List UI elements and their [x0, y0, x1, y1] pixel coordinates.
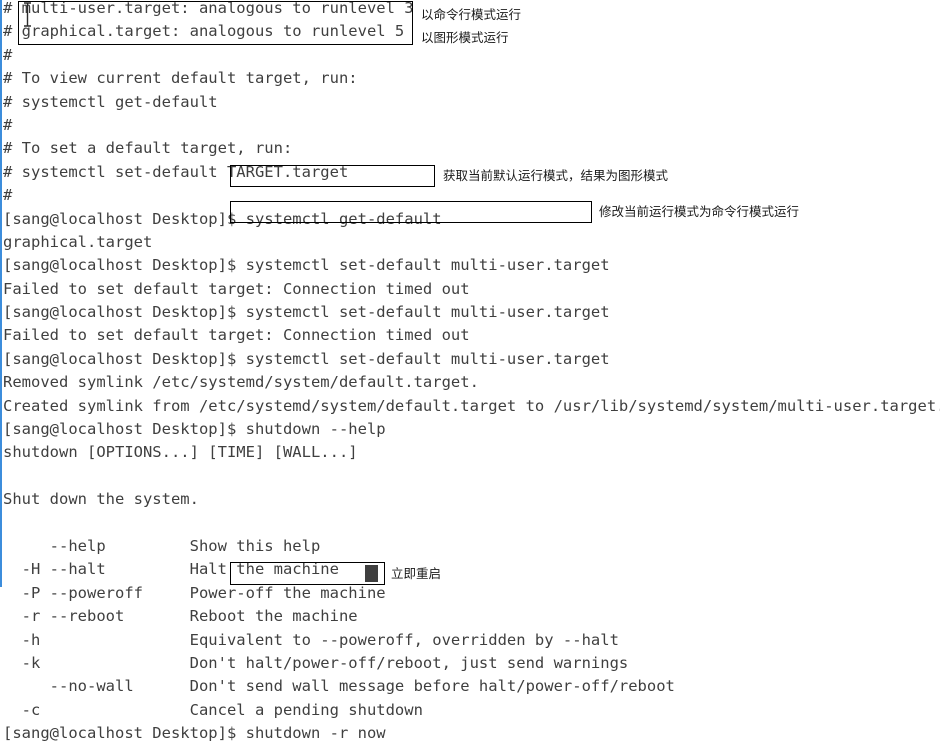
terminal-line-command: [sang@localhost Desktop]$ systemctl set-…	[3, 303, 610, 322]
annotation-label-reboot-now: 立即重启	[391, 566, 442, 581]
terminal-line: # systemctl get-default	[3, 92, 218, 111]
terminal-line-command: [sang@localhost Desktop]$ systemctl set-…	[3, 349, 610, 368]
terminal-output-area[interactable]: # # multi-user.target: analogous to runl…	[0, 0, 940, 742]
annotation-box-shutdown-reboot	[230, 562, 385, 585]
terminal-line-command: [sang@localhost Desktop]$ shutdown -r no…	[3, 724, 386, 743]
annotation-label-graphical-mode: 以图形模式运行	[421, 30, 509, 45]
annotation-label-command-line-mode: 以命令行模式运行	[421, 7, 522, 22]
terminal-line: Failed to set default target: Connection…	[3, 326, 470, 345]
terminal-line: # To view current default target, run:	[3, 69, 358, 88]
terminal-line-option: --no-wall Don't send wall message before…	[3, 677, 675, 696]
terminal-line: graphical.target	[3, 232, 153, 251]
terminal-line-option: -P --poweroff Power-off the machine	[3, 583, 386, 602]
terminal-line-option: -H --halt Halt the machine	[3, 560, 339, 579]
terminal-line-command: [sang@localhost Desktop]$ shutdown --hel…	[3, 420, 386, 439]
annotation-box-run-targets	[18, 1, 413, 45]
annotation-box-get-default	[230, 165, 435, 187]
terminal-block-cursor	[365, 565, 378, 582]
terminal-line: Failed to set default target: Connection…	[3, 279, 470, 298]
terminal-line: Removed symlink /etc/systemd/system/defa…	[3, 373, 479, 392]
terminal-line: #	[3, 115, 13, 134]
terminal-line: Created symlink from /etc/systemd/system…	[3, 396, 940, 415]
annotation-box-set-default	[230, 201, 592, 223]
annotation-label-get-default: 获取当前默认运行模式，结果为图形模式	[443, 168, 669, 183]
terminal-line-option: -r --reboot Reboot the machine	[3, 607, 358, 626]
terminal-line-option: -k Don't halt/power-off/reboot, just sen…	[3, 653, 629, 672]
terminal-line: # To set a default target, run:	[3, 139, 293, 158]
terminal-line: #	[3, 45, 13, 64]
annotation-label-set-default: 修改当前运行模式为命令行模式运行	[599, 204, 800, 219]
terminal-line: Shut down the system.	[3, 490, 199, 509]
terminal-line-command: [sang@localhost Desktop]$ systemctl set-…	[3, 256, 610, 275]
terminal-line: shutdown [OPTIONS...] [TIME] [WALL...]	[3, 443, 358, 462]
terminal-line-option: --help Show this help	[3, 536, 321, 555]
pane-left-border	[0, 0, 2, 587]
terminal-line-option: -c Cancel a pending shutdown	[3, 700, 423, 719]
terminal-line-option: -h Equivalent to --poweroff, overridden …	[3, 630, 619, 649]
